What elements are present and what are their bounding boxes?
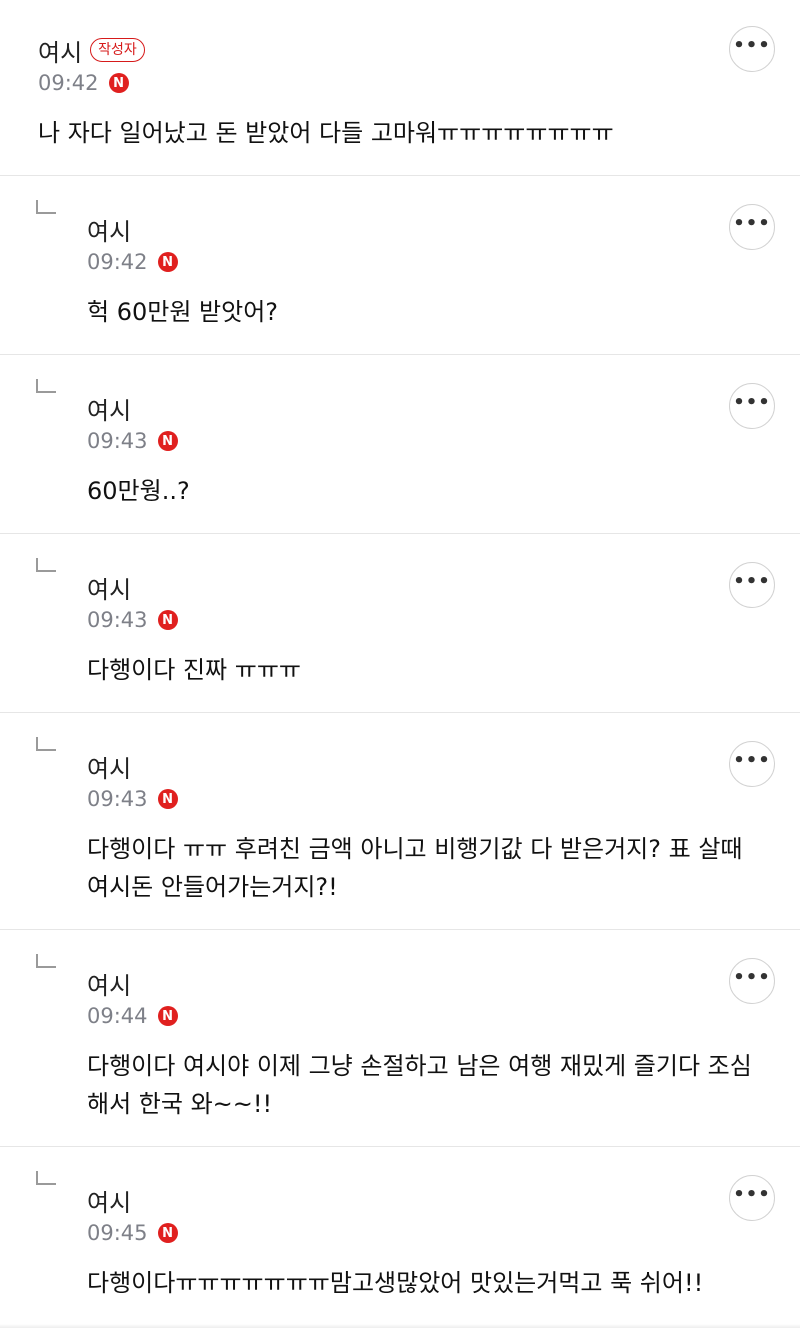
reply-arrow-icon [36,737,56,751]
comment-header: 여시 [87,966,690,1001]
comment-text: 헉 60만원 받앗어? [87,298,279,326]
comment-time: 09:43 [87,429,148,453]
more-options-button[interactable]: ••• [729,26,775,72]
comment-text: 다행이다 진짜 ㅠㅠㅠ [87,656,301,684]
new-badge-icon: N [108,73,129,93]
comment-header: 여시 [87,570,690,605]
new-badge-icon: N [157,252,178,272]
comment-meta: 09:44 N [87,1001,690,1031]
more-dots-icon: ••• [733,967,771,988]
comment-time: 09:43 [87,787,148,811]
more-dots-icon: ••• [733,35,771,56]
more-dots-icon: ••• [733,571,771,592]
more-options-button[interactable]: ••• [729,562,775,608]
comment-header: 여시 작성자 [38,33,690,68]
comment-author[interactable]: 여시 [87,391,131,426]
more-options-button[interactable]: ••• [729,1175,775,1221]
more-options-button[interactable]: ••• [729,204,775,250]
comment-header: 여시 [87,749,690,784]
comment-body: 여시 09:43 N 다행이다 ㅠㅠ 후려친 금액 아니고 비행기값 다 받은거… [87,749,742,906]
comment-body: 여시 작성자 09:42 N 나 자다 일어났고 돈 받았어 다들 고마워ㅠㅠㅠ… [38,34,690,152]
comment-time: 09:42 [87,250,148,274]
comment-meta: 09:43 N [87,426,690,456]
comment-author[interactable]: 여시 [38,33,82,68]
comment-author[interactable]: 여시 [87,966,131,1001]
new-badge-icon: N [157,789,178,809]
reply-arrow-icon [36,1171,56,1185]
comment-author[interactable]: 여시 [87,570,131,605]
comment-time: 09:43 [87,608,148,632]
new-badge-icon: N [157,610,178,630]
comment-header: 여시 [87,1183,690,1218]
comment-time: 09:45 [87,1221,148,1245]
comment-text: 60만웡..? [87,477,190,505]
new-badge-icon: N [157,431,178,451]
comment-body: 여시 09:43 N 60만웡..? [87,392,690,510]
comment-text: 다행이다 여시야 이제 그냥 손절하고 남은 여행 재밌게 즐기다 조심해서 한… [87,1052,752,1118]
reply-arrow-icon [36,558,56,572]
new-badge-icon: N [157,1223,178,1243]
reply-arrow-icon [36,954,56,968]
comment-meta: 09:42 N [38,68,690,98]
comment-author[interactable]: 여시 [87,1183,131,1218]
reply-arrow-icon [36,379,56,393]
comment-text: 다행이다 ㅠㅠ 후려친 금액 아니고 비행기값 다 받은거지? 표 살때 여시돈… [87,835,743,901]
more-dots-icon: ••• [733,392,771,413]
reply-item: 여시 09:42 N 헉 60만원 받앗어? ••• [0,176,800,355]
more-options-button[interactable]: ••• [729,383,775,429]
author-badge: 작성자 [90,38,145,62]
comment-body: 여시 09:43 N 다행이다 진짜 ㅠㅠㅠ [87,571,690,689]
reply-item: 여시 09:43 N 다행이다 ㅠㅠ 후려친 금액 아니고 비행기값 다 받은거… [0,713,800,930]
reply-item: 여시 09:43 N 다행이다 진짜 ㅠㅠㅠ ••• [0,534,800,713]
comment-header: 여시 [87,391,690,426]
comment-meta: 09:42 N [87,247,690,277]
comment-time: 09:42 [38,71,99,95]
comment-meta: 09:43 N [87,784,690,814]
more-dots-icon: ••• [733,750,771,771]
comment-body: 여시 09:45 N 다행이다ㅠㅠㅠㅠㅠㅠㅠ맘고생많았어 맛있는거먹고 푹 쉬어… [87,1183,703,1302]
comment-item: 여시 작성자 09:42 N 나 자다 일어났고 돈 받았어 다들 고마워ㅠㅠㅠ… [0,0,800,176]
comment-list: 여시 작성자 09:42 N 나 자다 일어났고 돈 받았어 다들 고마워ㅠㅠㅠ… [0,0,800,1328]
bottom-divider [0,1324,800,1328]
more-dots-icon: ••• [733,1184,771,1205]
reply-arrow-icon [36,200,56,214]
comment-meta: 09:45 N [87,1218,690,1248]
more-options-button[interactable]: ••• [729,958,775,1004]
comment-body: 여시 09:42 N 헉 60만원 받앗어? [87,213,690,331]
reply-item: 여시 09:45 N 다행이다ㅠㅠㅠㅠㅠㅠㅠ맘고생많았어 맛있는거먹고 푹 쉬어… [0,1147,800,1328]
new-badge-icon: N [157,1006,178,1026]
more-dots-icon: ••• [733,213,771,234]
comment-text: 다행이다ㅠㅠㅠㅠㅠㅠㅠ맘고생많았어 맛있는거먹고 푹 쉬어!! [87,1269,704,1297]
comment-author[interactable]: 여시 [87,749,131,784]
comment-text: 나 자다 일어났고 돈 받았어 다들 고마워ㅠㅠㅠㅠㅠㅠㅠㅠ [38,119,614,147]
comment-body: 여시 09:44 N 다행이다 여시야 이제 그냥 손절하고 남은 여행 재밌게… [87,966,752,1123]
comment-header: 여시 [87,212,690,247]
comment-time: 09:44 [87,1004,148,1028]
reply-item: 여시 09:43 N 60만웡..? ••• [0,355,800,534]
more-options-button[interactable]: ••• [729,741,775,787]
comment-meta: 09:43 N [87,605,690,635]
comment-author[interactable]: 여시 [87,212,131,247]
reply-item: 여시 09:44 N 다행이다 여시야 이제 그냥 손절하고 남은 여행 재밌게… [0,930,800,1147]
